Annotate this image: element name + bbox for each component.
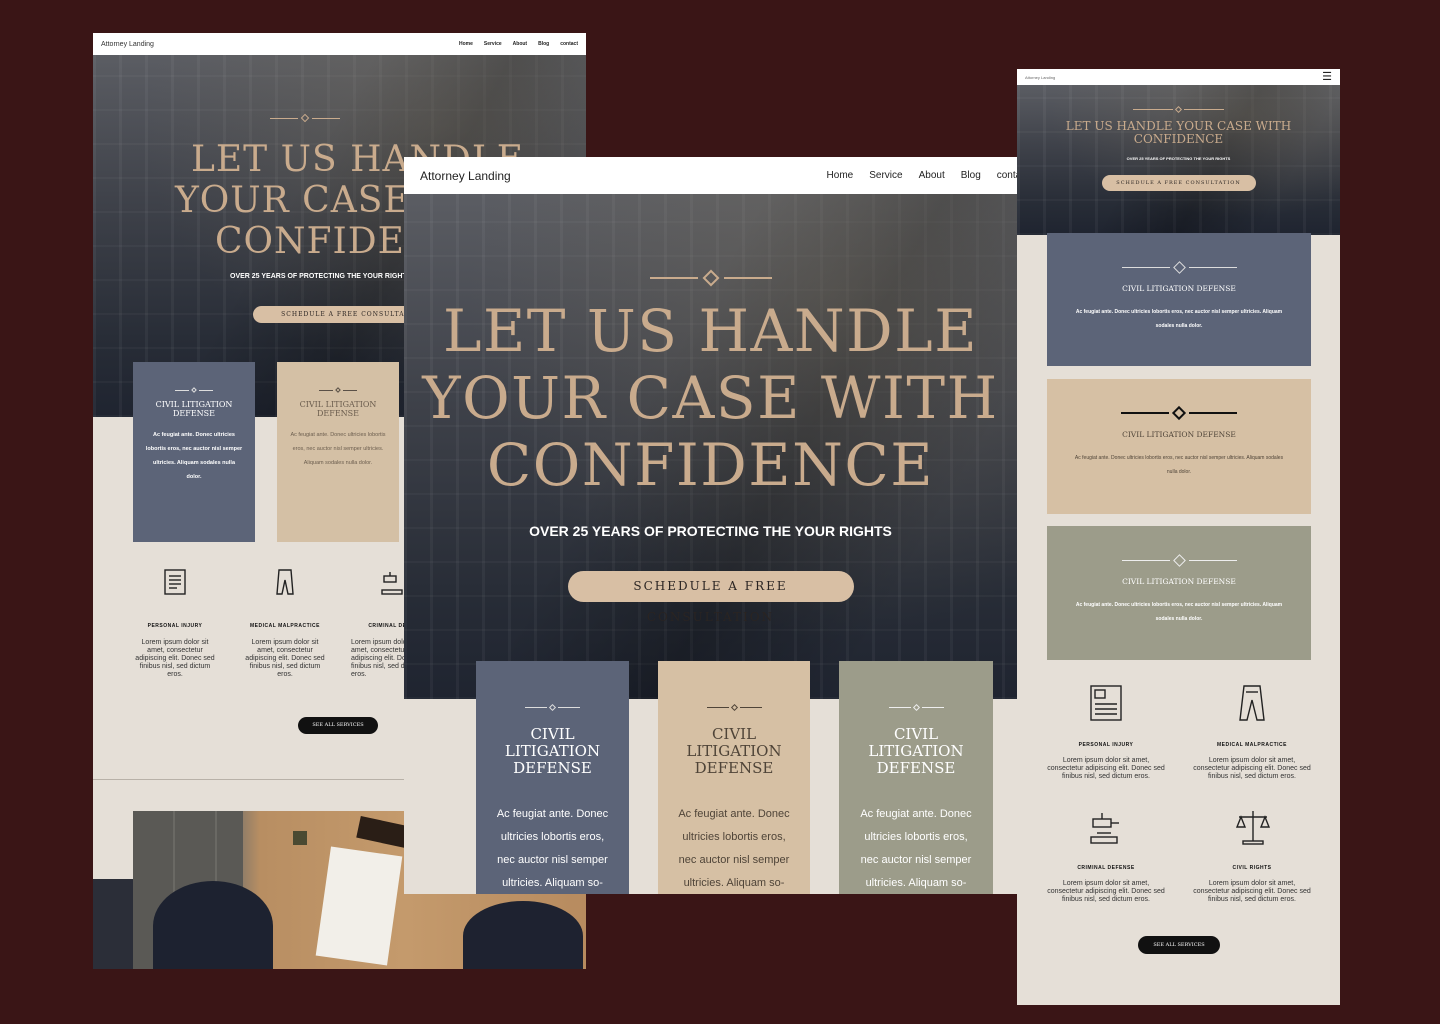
center-card-2[interactable]: CIVIL LITIGATION DEFENSE Ac feugiat ante. … [658, 661, 810, 894]
center-card-1-title: CIVIL LITIGATION DEFENSE [504, 725, 601, 777]
right-hero: LET US HANDLE YOUR CASE WITH CONFIDENCE … [1017, 85, 1340, 235]
right-see-all-button[interactable]: SEE ALL SERVICES [1138, 936, 1220, 954]
left-card-2-text: Ac feugiat ante. Donec ultricies loborti… [290, 432, 386, 466]
right-service-2-title: MEDICAL MALPRACTICE [1217, 742, 1287, 748]
left-brand[interactable]: Attorney Landing [101, 41, 154, 48]
center-nav-about[interactable]: About [919, 170, 945, 181]
center-desktop-mockup: Attorney Landing Home Service About Blog… [404, 157, 1017, 894]
right-service-1-text: Lorem ipsum dolor sit amet, consectetur … [1047, 757, 1165, 780]
center-card-2-text: Ac feugiat ante. Donec ultricies lobortis… [678, 808, 790, 889]
right-card-2-title: CIVIL LITIGATION DEFENSE [1122, 430, 1236, 439]
right-card-1-title: CIVIL LITIGATION DEFENSE [1122, 284, 1236, 293]
left-card-2[interactable]: CIVIL LITIGATION DEFENSE Ac feugiat ante… [277, 362, 399, 542]
left-nav-home[interactable]: Home [459, 41, 473, 47]
center-brand[interactable]: Attorney Landing [420, 169, 511, 183]
center-card-2-title: CIVIL LITIGATION DEFENSE [686, 725, 782, 777]
center-nav-home[interactable]: Home [827, 170, 854, 181]
left-see-all-button[interactable]: SEE ALL SERVICES [298, 717, 378, 734]
right-document-icon [1089, 684, 1123, 727]
right-service-3-text: Lorem ipsum dolor sit amet, consectetur … [1047, 880, 1165, 903]
left-card-1-title: CIVIL LITIGATION DEFENSE [155, 400, 233, 418]
right-service-4-text: Lorem ipsum dolor sit amet, consectetur … [1193, 880, 1311, 903]
center-card-3[interactable]: CIVIL LITIGATION DEFENSE Ac feugiat ante. … [839, 661, 993, 894]
left-card-2-title: CIVIL LITIGATION DEFENSE [299, 400, 377, 418]
center-card-1-text: Ac feugiat ante. Donec ultricies lobortis… [496, 808, 609, 889]
right-gavel-icon [1087, 809, 1123, 852]
center-card-3-title: CIVIL LITIGATION DEFENSE [868, 725, 964, 777]
left-nav-service[interactable]: Service [484, 41, 502, 47]
left-card-1[interactable]: CIVIL LITIGATION DEFENSE Ac feugiat ante… [133, 362, 255, 542]
left-service-1-title: PERSONAL INJURY [147, 623, 203, 629]
right-navbar: Attorney Landing ☰ [1017, 69, 1340, 85]
center-nav-contact[interactable]: contact [997, 170, 1017, 181]
center-card-1[interactable]: CIVIL LITIGATION DEFENSE Ac feugiat ante. … [476, 661, 629, 894]
center-hero-cta[interactable]: SCHEDULE A FREE CONSULTATION [567, 571, 854, 624]
center-nav-service[interactable]: Service [869, 170, 902, 181]
left-gavel-icon [380, 568, 404, 601]
right-card-1-text: Ac feugiat ante. Donec ultricies loborti… [1075, 309, 1283, 329]
left-service-2-text: Lorem ipsum dolor sit amet, consectetur … [245, 639, 325, 678]
center-hero-ornament [404, 194, 1017, 287]
right-card-2[interactable]: CIVIL LITIGATION DEFENSE Ac feugiat ante… [1047, 379, 1311, 514]
right-brand[interactable]: Attorney Landing [1025, 75, 1055, 80]
left-hero-subheading: OVER 25 YEARS OF PROTECTING THE YOUR RIG… [230, 273, 412, 280]
left-nav-blog[interactable]: Blog [538, 41, 549, 47]
right-card-3[interactable]: CIVIL LITIGATION DEFENSE Ac feugiat ante… [1047, 526, 1311, 660]
right-service-1-title: PERSONAL INJURY [1078, 742, 1134, 748]
center-card-3-text: Ac feugiat ante. Donec ultricies lobortis… [860, 808, 972, 889]
center-navbar: Attorney Landing Home Service About Blog… [404, 157, 1017, 194]
right-service-2-text: Lorem ipsum dolor sit amet, consectetur … [1193, 757, 1311, 780]
center-nav-links: Home Service About Blog contact [827, 170, 1017, 181]
left-hero-ornament [93, 55, 586, 123]
center-hero: LET US HANDLE YOUR CASE WITH CONFIDENCE … [404, 194, 1017, 699]
left-nav-about[interactable]: About [513, 41, 527, 47]
right-hero-subheading: OVER 25 YEARS OF PROTECTING THE YOUR RIG… [1126, 156, 1231, 161]
menu-icon[interactable]: ☰ [1322, 71, 1332, 83]
left-nav-contact[interactable]: contact [560, 41, 578, 47]
left-navbar: Attorney Landing Home Service About Blog… [93, 33, 586, 55]
right-lab-coat-icon [1237, 684, 1267, 727]
right-scales-icon [1235, 809, 1271, 852]
right-hero-headline: LET US HANDLE YOUR CASE WITH CONFIDENCE [1065, 119, 1292, 146]
left-document-icon [163, 568, 187, 601]
right-mobile-mockup: Attorney Landing ☰ LET US HANDLE YOUR CA… [1017, 69, 1340, 1005]
right-card-3-text: Ac feugiat ante. Donec ultricies loborti… [1075, 602, 1283, 622]
left-nav-links: Home Service About Blog contact [459, 41, 578, 47]
right-card-2-text: Ac feugiat ante. Donec ultricies loborti… [1074, 455, 1284, 475]
left-lab-coat-icon [273, 568, 297, 601]
right-hero-cta[interactable]: SCHEDULE A FREE CONSULTATION [1101, 175, 1256, 191]
left-card-1-text: Ac feugiat ante. Donec ultricies loborti… [145, 432, 243, 480]
center-hero-subheading: OVER 25 YEARS OF PROTECTING THE YOUR RIG… [529, 523, 892, 539]
center-nav-blog[interactable]: Blog [961, 170, 981, 181]
right-service-4-title: CIVIL RIGHTS [1232, 865, 1272, 871]
right-card-3-title: CIVIL LITIGATION DEFENSE [1122, 577, 1236, 586]
right-card-1[interactable]: CIVIL LITIGATION DEFENSE Ac feugiat ante… [1047, 233, 1311, 366]
left-service-2-title: MEDICAL MALPRACTICE [250, 623, 320, 629]
right-service-3-title: CRIMINAL DEFENSE [1077, 865, 1135, 871]
center-hero-headline: LET US HANDLE YOUR CASE WITH CONFIDENCE [422, 297, 999, 499]
left-service-1-text: Lorem ipsum dolor sit amet, consectetur … [135, 639, 215, 678]
